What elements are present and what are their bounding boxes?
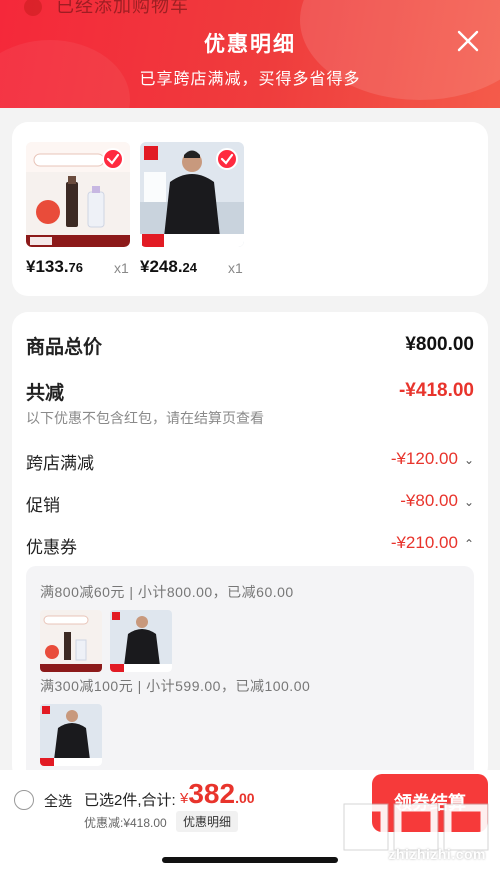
watermark-url: zhizhizhi.com — [388, 846, 486, 862]
price-cents: 76 — [68, 260, 84, 275]
background-peek-text: 已经添加购物车 — [24, 0, 354, 17]
panel-title: 优惠明细 — [204, 33, 296, 56]
discount-note: 以下优惠不包含红包，请在结算页查看 — [26, 410, 264, 426]
price-main: ¥248. — [140, 257, 183, 276]
select-all-label[interactable]: 全选 — [44, 791, 72, 811]
products-card: ¥133.76 x1 ¥248.24 x1 — [12, 122, 488, 296]
discount-label: 共减 — [26, 383, 65, 404]
peek-label: 已经添加购物车 — [56, 0, 189, 16]
row-label-coupon: 优惠券 — [26, 538, 77, 557]
product-price: ¥133.76 — [26, 257, 83, 277]
row-coupon[interactable]: -¥210.00 ⌃ — [391, 533, 474, 553]
close-icon[interactable] — [456, 29, 480, 53]
saved-amount: 优惠减:¥418.00 — [84, 816, 167, 830]
home-indicator — [162, 857, 338, 863]
total-value: ¥800.00 — [405, 334, 474, 355]
selected-check-icon[interactable] — [216, 148, 238, 170]
coupon-product-thumb — [40, 610, 102, 672]
panel-subtitle: 已享跨店满减，买得多省得多 — [139, 71, 361, 88]
product-quantity: x1 — [228, 260, 243, 276]
total-amount: ¥382.00 — [180, 778, 255, 810]
row-label-cross-store: 跨店满减 — [26, 454, 94, 473]
row-label-promotion: 促销 — [26, 496, 60, 515]
selected-count: 已选2件,合计: — [84, 792, 176, 809]
product-image-skincare[interactable] — [26, 142, 130, 247]
row-value: -¥210.00 — [390, 533, 458, 552]
total-integer: 382 — [188, 778, 236, 809]
row-cross-store[interactable]: -¥120.00 ⌄ — [391, 449, 474, 469]
total-decimal: .00 — [235, 790, 255, 806]
row-value: -¥80.00 — [400, 491, 458, 510]
selected-check-icon[interactable] — [102, 148, 124, 170]
row-value: -¥120.00 — [390, 449, 458, 468]
peek-icon — [24, 0, 42, 17]
discount-value: -¥418.00 — [398, 380, 474, 401]
discount-summary-card: 商品总价 ¥800.00 共减 -¥418.00 以下优惠不包含红包，请在结算页… — [12, 312, 488, 782]
discount-detail-button[interactable]: 优惠明细 — [176, 811, 239, 832]
price-cents: 24 — [182, 260, 198, 275]
product-price: ¥248.24 — [140, 257, 197, 277]
product-image-jacket[interactable] — [140, 142, 244, 247]
coupon-product-thumb — [40, 704, 102, 766]
product-quantity: x1 — [114, 260, 129, 276]
coupon-rule: 满800减60元 | 小计800.00，已减60.00 — [40, 584, 294, 600]
chevron-down-icon: ⌄ — [463, 453, 474, 467]
coupon-product-thumb — [110, 610, 172, 672]
price-main: ¥133. — [26, 257, 69, 276]
chevron-down-icon: ⌄ — [463, 495, 474, 509]
coupon-detail-box: 满800减60元 | 小计800.00，已减60.00 满300减100元 | … — [26, 566, 474, 782]
header: 已经添加购物车 优惠明细 已享跨店满减，买得多省得多 — [0, 0, 500, 108]
checkout-button[interactable]: 领券结算 — [372, 774, 488, 832]
total-label: 商品总价 — [26, 337, 103, 358]
row-promotion[interactable]: -¥80.00 ⌄ — [400, 491, 474, 511]
chevron-up-icon: ⌃ — [463, 537, 474, 551]
select-all-radio[interactable] — [14, 790, 34, 810]
coupon-rule: 满300减100元 | 小计599.00，已减100.00 — [40, 678, 311, 694]
